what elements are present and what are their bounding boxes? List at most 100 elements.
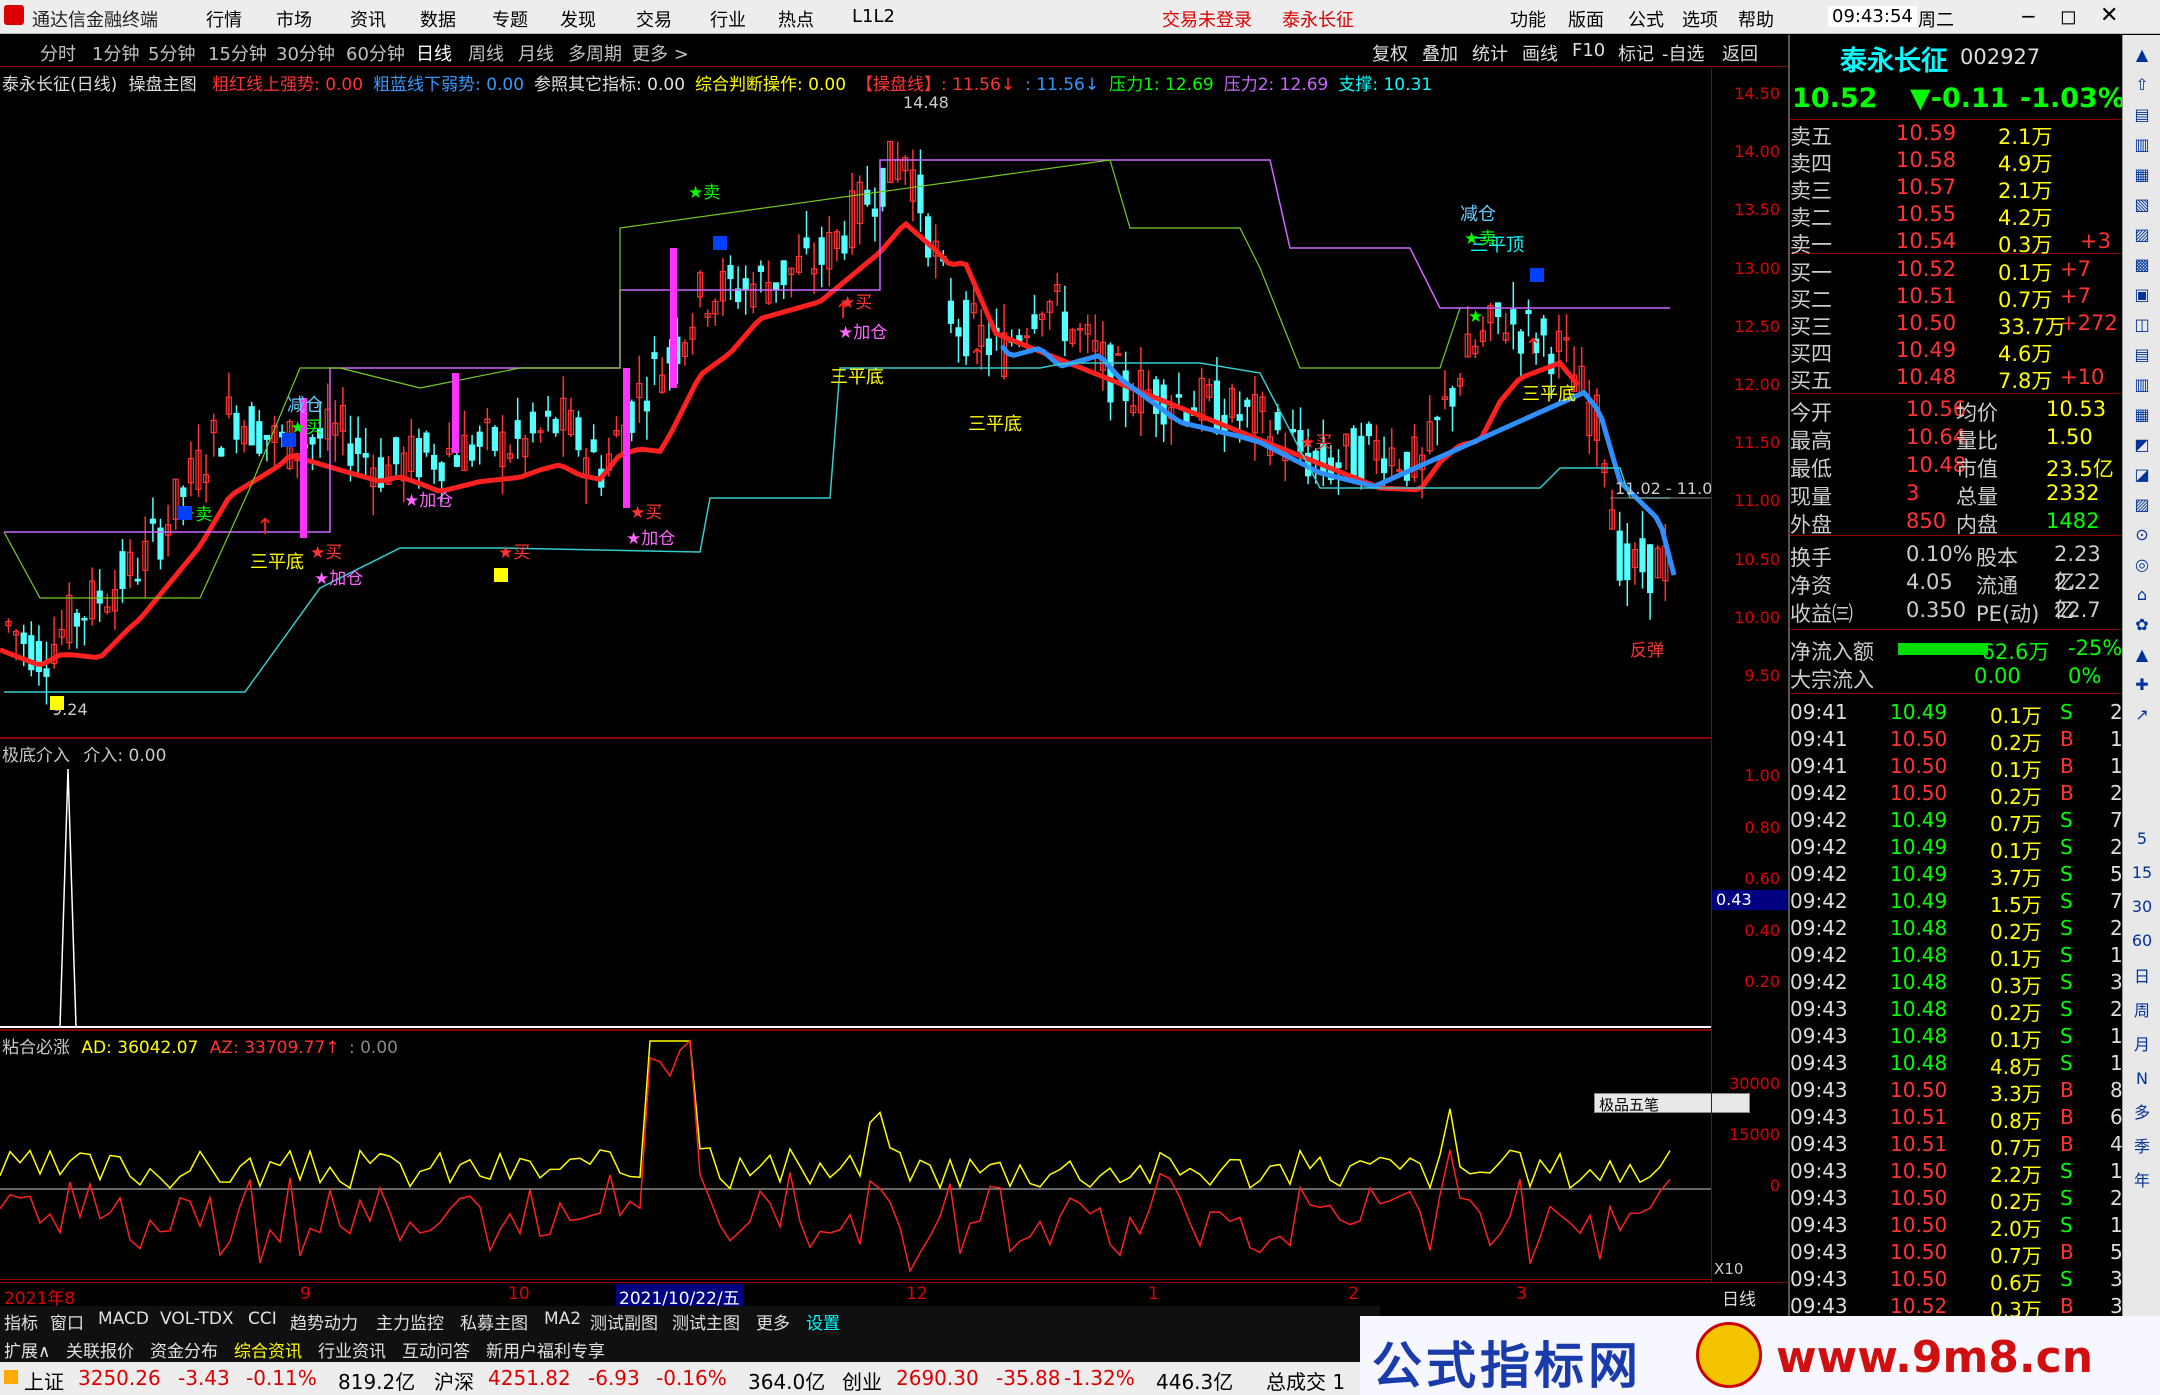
side-tool-icon[interactable]: ◩ (2128, 431, 2156, 459)
indicator-tab-0[interactable]: 指标 (4, 1309, 38, 1334)
side-tool-icon[interactable]: ▨ (2128, 491, 2156, 519)
indicator-tab-6[interactable]: 主力监控 (376, 1309, 444, 1334)
period-tab-3[interactable]: 15分钟 (208, 40, 267, 66)
login-status[interactable]: 交易未登录 (1162, 6, 1252, 32)
menu-item-8[interactable]: 热点 (778, 6, 814, 32)
sub-panel-1[interactable]: 极底介入 介入: 0.00 (0, 738, 1712, 1030)
period-tab-8[interactable]: 月线 (518, 40, 554, 66)
menu-item-0[interactable]: 行情 (206, 6, 242, 32)
side-tool-icon[interactable]: ↗ (2128, 701, 2156, 729)
extend-tab-4[interactable]: 行业资讯 (318, 1337, 386, 1362)
side-tool-icon[interactable]: ▲ (2128, 41, 2156, 69)
stat-row[interactable]: 现量 3 总量 2332 (1790, 481, 2120, 509)
stat2-row[interactable]: 收益㈢ 0.350 PE(动) 22.7 (1790, 598, 2120, 626)
indicator-tab-12[interactable]: 设置 (806, 1309, 840, 1334)
indicator-tab-4[interactable]: CCI (248, 1309, 277, 1329)
side-minute-button[interactable]: 5 (2128, 825, 2156, 853)
sub-panel-2[interactable]: 粘合必涨 AD: 36042.07 AZ: 33709.77↑ : 0.00 极… (0, 1030, 1750, 1281)
side-period-button[interactable]: N (2128, 1065, 2156, 1093)
side-tool-icon[interactable]: ▥ (2128, 371, 2156, 399)
stat2-row[interactable]: 换手 0.10% 股本 2.23亿 (1790, 542, 2120, 594)
side-tool-icon[interactable]: ▲ (2128, 641, 2156, 669)
period-tab-1[interactable]: 1分钟 (92, 40, 139, 66)
indicator-tab-9[interactable]: 测试副图 (590, 1309, 658, 1334)
indicator-tab-8[interactable]: MA2 (544, 1309, 581, 1329)
tool-button-6[interactable]: -自选 (1662, 40, 1705, 66)
period-tab-5[interactable]: 60分钟 (346, 40, 405, 66)
candlestick-chart[interactable]: 11.02 - 11.014.489.24反弹三平底三平底三平底三平底三平顶减仓… (0, 68, 1712, 738)
indicator-tab-2[interactable]: MACD (98, 1309, 149, 1329)
menu-right-1[interactable]: 版面 (1568, 6, 1604, 32)
side-minute-button[interactable]: 15 (2128, 859, 2156, 887)
side-tool-icon[interactable]: ▥ (2128, 131, 2156, 159)
indicator-tab-7[interactable]: 私募主图 (460, 1309, 528, 1334)
menu-right-4[interactable]: 帮助 (1738, 6, 1774, 32)
tool-button-4[interactable]: F10 (1572, 40, 1605, 61)
side-tool-icon[interactable]: ▦ (2128, 401, 2156, 429)
side-tool-icon[interactable]: ◎ (2128, 551, 2156, 579)
menu-item-9[interactable]: L1L2 (852, 6, 895, 27)
bid-row[interactable]: 买二 10.51 0.7万 +7 (1790, 284, 2120, 312)
tool-button-7[interactable]: 返回 (1722, 40, 1758, 66)
period-tab-9[interactable]: 多周期 (568, 40, 622, 66)
side-tool-icon[interactable]: ▤ (2128, 341, 2156, 369)
side-minute-button[interactable]: 30 (2128, 893, 2156, 921)
menu-right-2[interactable]: 公式 (1628, 6, 1664, 32)
indicator-tab-5[interactable]: 趋势动力 (290, 1309, 358, 1334)
side-tool-icon[interactable]: ▣ (2128, 281, 2156, 309)
stat-row[interactable]: 最高 10.64 量比 1.50 (1790, 425, 2120, 453)
tool-button-5[interactable]: 标记 (1618, 40, 1654, 66)
side-tool-icon[interactable]: ⇧ (2128, 71, 2156, 99)
sub1-chart[interactable] (0, 739, 1712, 1031)
menu-item-5[interactable]: 发现 (560, 6, 596, 32)
ask-row[interactable]: 卖五 10.59 2.1万 (1790, 121, 2120, 149)
side-period-button[interactable]: 多 (2128, 1099, 2156, 1127)
tool-button-0[interactable]: 复权 (1372, 40, 1408, 66)
menu-right-3[interactable]: 选项 (1682, 6, 1718, 32)
side-tool-icon[interactable]: ✿ (2128, 611, 2156, 639)
close-icon[interactable]: ✕ (2100, 3, 2118, 28)
ask-row[interactable]: 卖三 10.57 2.1万 (1790, 175, 2120, 203)
stat2-row[interactable]: 净资 4.05 流通 2.22亿 (1790, 570, 2120, 622)
menu-item-4[interactable]: 专题 (492, 6, 528, 32)
menu-item-3[interactable]: 数据 (420, 6, 456, 32)
menu-item-2[interactable]: 资讯 (350, 6, 386, 32)
bid-row[interactable]: 买五 10.48 7.8万 +10 (1790, 365, 2120, 393)
side-tool-icon[interactable]: ⌂ (2128, 581, 2156, 609)
side-tool-icon[interactable]: ⊙ (2128, 521, 2156, 549)
ask-row[interactable]: 卖四 10.58 4.9万 (1790, 148, 2120, 176)
extend-tab-3[interactable]: 综合资讯 (234, 1337, 302, 1362)
indicator-tab-11[interactable]: 更多 (756, 1309, 790, 1334)
period-tab-0[interactable]: 分时 (40, 40, 76, 66)
bid-row[interactable]: 买三 10.50 33.7万 +272 (1790, 311, 2120, 339)
bid-row[interactable]: 买一 10.52 0.1万 +7 (1790, 257, 2120, 285)
side-period-button[interactable]: 日 (2128, 963, 2156, 991)
restore-icon[interactable]: ◻ (2060, 4, 2077, 28)
side-tool-icon[interactable]: ▩ (2128, 251, 2156, 279)
tool-button-1[interactable]: 叠加 (1422, 40, 1458, 66)
period-tab-2[interactable]: 5分钟 (148, 40, 195, 66)
stat-row[interactable]: 最低 10.48 市值 23.5亿 (1790, 453, 2120, 481)
ask-row[interactable]: 卖一 10.54 0.3万 +3 (1790, 229, 2120, 257)
side-tool-icon[interactable]: ✚ (2128, 671, 2156, 699)
side-tool-icon[interactable]: ▧ (2128, 191, 2156, 219)
sub2-chart[interactable] (0, 1031, 1712, 1281)
period-tab-6[interactable]: 日线 (416, 40, 452, 66)
extend-tab-1[interactable]: 关联报价 (66, 1337, 134, 1362)
extend-tab-2[interactable]: 资金分布 (150, 1337, 218, 1362)
side-tool-icon[interactable]: ▨ (2128, 221, 2156, 249)
indicator-tab-1[interactable]: 窗口 (50, 1309, 84, 1334)
tool-button-2[interactable]: 统计 (1472, 40, 1508, 66)
side-tool-icon[interactable]: ◫ (2128, 311, 2156, 339)
tool-button-3[interactable]: 画线 (1522, 40, 1558, 66)
side-tool-icon[interactable]: ◪ (2128, 461, 2156, 489)
side-tool-icon[interactable]: ▤ (2128, 101, 2156, 129)
menu-right-0[interactable]: 功能 (1510, 6, 1546, 32)
extend-tab-5[interactable]: 互动问答 (402, 1337, 470, 1362)
bid-row[interactable]: 买四 10.49 4.6万 (1790, 338, 2120, 366)
side-period-button[interactable]: 周 (2128, 997, 2156, 1025)
indicator-tab-3[interactable]: VOL-TDX (160, 1309, 234, 1329)
extend-tab-0[interactable]: 扩展∧ (4, 1337, 50, 1362)
status-menu-icon[interactable] (4, 1370, 18, 1384)
ask-row[interactable]: 卖二 10.55 4.2万 (1790, 202, 2120, 230)
